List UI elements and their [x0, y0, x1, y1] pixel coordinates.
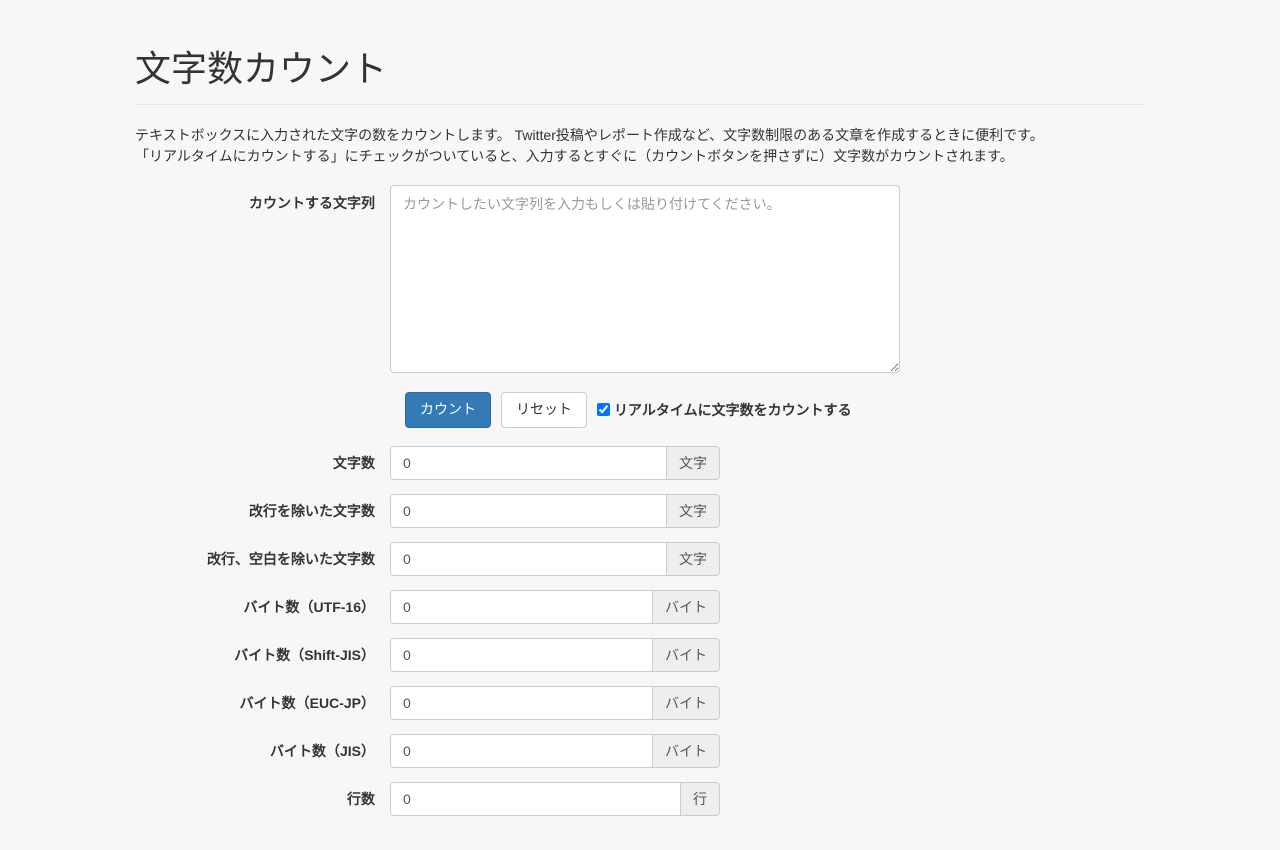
- result-label: 行数: [135, 789, 390, 809]
- char-count-no-space-output: [390, 542, 667, 576]
- count-textarea[interactable]: [390, 185, 900, 373]
- description-line-1: テキストボックスに入力された文字の数をカウントします。 Twitter投稿やレポ…: [135, 127, 1044, 143]
- textarea-row: カウントする文字列: [135, 185, 1145, 376]
- result-row-char-count: 文字数 文字: [135, 446, 1145, 480]
- input-group: バイト: [390, 638, 720, 672]
- input-group: 文字: [390, 494, 720, 528]
- unit-addon: バイト: [653, 686, 720, 720]
- bytes-utf16-output: [390, 590, 653, 624]
- char-count-no-newline-output: [390, 494, 667, 528]
- result-row-bytes-jis: バイト数（JIS） バイト: [135, 734, 1145, 768]
- result-label: バイト数（UTF-16）: [135, 597, 390, 617]
- input-group: 文字: [390, 446, 720, 480]
- realtime-checkbox-wrap: リアルタイムに文字数をカウントする: [597, 400, 852, 420]
- bytes-jis-output: [390, 734, 653, 768]
- input-group: 行: [390, 782, 720, 816]
- result-row-char-count-no-space: 改行、空白を除いた文字数 文字: [135, 542, 1145, 576]
- line-count-output: [390, 782, 681, 816]
- textarea-label: カウントする文字列: [135, 185, 390, 213]
- main-container: 文字数カウント テキストボックスに入力された文字の数をカウントします。 Twit…: [115, 0, 1165, 850]
- unit-addon: 文字: [667, 494, 720, 528]
- result-row-line-count: 行数 行: [135, 782, 1145, 816]
- result-row-bytes-eucjp: バイト数（EUC-JP） バイト: [135, 686, 1145, 720]
- unit-addon: バイト: [653, 734, 720, 768]
- description-line-2: 「リアルタイムにカウントする」にチェックがついていると、入力するとすぐに（カウン…: [135, 148, 1014, 164]
- realtime-checkbox[interactable]: [597, 403, 610, 416]
- unit-addon: 行: [681, 782, 720, 816]
- page-title: 文字数カウント: [135, 40, 1145, 92]
- unit-addon: 文字: [667, 446, 720, 480]
- unit-addon: 文字: [667, 542, 720, 576]
- result-label: バイト数（EUC-JP）: [135, 693, 390, 713]
- result-label: 文字数: [135, 453, 390, 473]
- count-button[interactable]: カウント: [405, 392, 491, 428]
- result-label: 改行を除いた文字数: [135, 501, 390, 521]
- input-group: バイト: [390, 590, 720, 624]
- reset-button[interactable]: リセット: [501, 392, 587, 428]
- bytes-eucjp-output: [390, 686, 653, 720]
- unit-addon: バイト: [653, 590, 720, 624]
- button-row: カウント リセット リアルタイムに文字数をカウントする: [135, 392, 1145, 428]
- result-row-bytes-utf16: バイト数（UTF-16） バイト: [135, 590, 1145, 624]
- input-group: バイト: [390, 734, 720, 768]
- result-label: 改行、空白を除いた文字数: [135, 549, 390, 569]
- textarea-wrap: [390, 185, 1145, 376]
- result-row-bytes-sjis: バイト数（Shift-JIS） バイト: [135, 638, 1145, 672]
- input-group: 文字: [390, 542, 720, 576]
- description: テキストボックスに入力された文字の数をカウントします。 Twitter投稿やレポ…: [135, 125, 1145, 167]
- result-label: バイト数（Shift-JIS）: [135, 645, 390, 665]
- result-label: バイト数（JIS）: [135, 741, 390, 761]
- bytes-sjis-output: [390, 638, 653, 672]
- input-group: バイト: [390, 686, 720, 720]
- unit-addon: バイト: [653, 638, 720, 672]
- realtime-checkbox-label[interactable]: リアルタイムに文字数をカウントする: [614, 400, 852, 420]
- divider: [135, 104, 1145, 105]
- result-row-char-count-no-newline: 改行を除いた文字数 文字: [135, 494, 1145, 528]
- char-count-output: [390, 446, 667, 480]
